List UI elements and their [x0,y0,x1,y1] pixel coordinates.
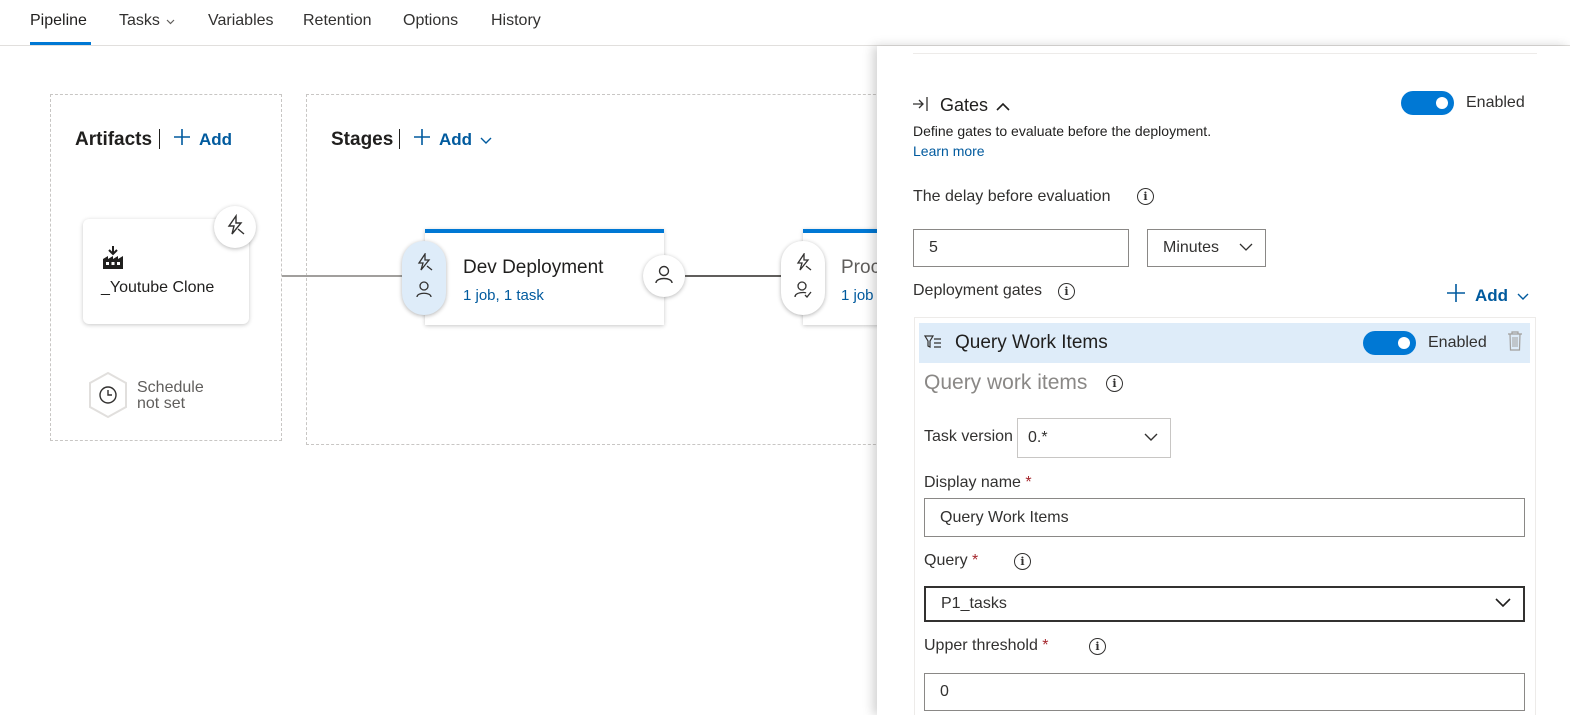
chevron-down-icon [1495,595,1511,613]
active-tab-indicator [30,42,91,45]
stage-summary-link[interactable]: 1 job [841,287,874,304]
connector-line [306,275,406,277]
schedule-trigger-button[interactable] [86,371,130,424]
query-select[interactable]: P1_tasks [924,586,1525,622]
gate-enabled-toggle[interactable] [1363,331,1416,355]
plus-icon [413,128,431,151]
artifact-name: _Youtube Clone [101,279,215,296]
approver-person-icon [415,280,433,303]
info-icon[interactable]: i [1089,638,1106,655]
build-artifact-icon [101,245,125,276]
add-stage-button[interactable]: Add [413,128,492,151]
tab-tasks[interactable]: Tasks [119,12,175,30]
artifacts-heading: Artifacts [75,129,153,150]
tab-retention[interactable]: Retention [303,12,372,30]
add-artifact-label: Add [199,129,233,149]
required-marker: * [972,552,979,569]
divider [159,129,160,149]
schedule-line-1: Schedule [137,379,204,396]
query-value: P1_tasks [941,595,1007,612]
task-version-value: 0.* [1028,429,1048,446]
tab-tasks-label: Tasks [119,12,160,30]
query-label-text: Query [924,552,968,569]
required-marker: * [1042,637,1049,654]
approver-person-icon [654,264,674,289]
chevron-up-icon [996,95,1010,116]
delay-unit-select[interactable]: Minutes [1147,229,1266,267]
post-deployment-conditions-button[interactable] [643,255,685,297]
lightning-icon [224,213,246,241]
upper-threshold-label: Upper threshold * [924,637,1049,655]
pre-deployment-conditions-button[interactable] [781,241,825,315]
gates-enabled-label: Enabled [1466,94,1525,111]
add-gate-label: Add [1475,285,1509,305]
info-icon[interactable]: i [1106,375,1123,392]
top-nav: Pipeline Tasks Variables Retention Optio… [0,0,1570,46]
learn-more-link[interactable]: Learn more [913,143,985,159]
schedule-clock-icon [86,371,130,423]
query-label: Query * [924,552,978,570]
gate-enter-icon [912,95,930,118]
delete-icon[interactable] [1507,331,1523,356]
query-filter-icon [923,334,942,357]
stage-name: Proc [841,257,881,278]
schedule-line-2: not set [137,395,186,412]
chevron-down-icon [480,130,492,150]
lightning-icon [794,251,812,276]
stage-summary-link[interactable]: 1 job, 1 task [463,287,544,304]
plus-icon [1446,283,1466,308]
upper-threshold-input[interactable]: 0 [924,673,1525,711]
chevron-down-icon [1144,429,1158,447]
chevron-down-icon [1517,286,1529,306]
stages-heading: Stages [331,129,394,150]
tab-variables[interactable]: Variables [208,12,274,30]
continuous-deployment-trigger-button[interactable] [214,206,256,248]
delay-value-input[interactable]: 5 [913,229,1129,267]
delay-label: The delay before evaluation [913,188,1111,205]
gates-section-toggle[interactable]: Gates [940,95,1010,116]
delay-unit-value: Minutes [1163,239,1220,256]
chevron-down-icon [1239,239,1253,257]
divider [913,53,1537,54]
tab-pipeline[interactable]: Pipeline [30,12,87,30]
stage-name: Dev Deployment [463,257,604,278]
connector-line [685,275,785,277]
deployment-gates-label: Deployment gates [913,282,1042,299]
gates-enabled-toggle[interactable] [1401,91,1454,115]
gates-title: Gates [940,95,989,115]
tab-options[interactable]: Options [403,12,458,30]
display-name-label-text: Display name [924,474,1021,491]
lightning-icon [415,251,433,276]
info-icon[interactable]: i [1058,283,1075,300]
required-marker: * [1025,474,1032,491]
pre-deployment-conditions-panel: Gates Enabled Define gates to evaluate b… [877,46,1570,715]
upper-threshold-label-text: Upper threshold [924,637,1038,654]
info-icon[interactable]: i [1014,553,1031,570]
chevron-down-icon [166,12,175,30]
add-stage-label: Add [439,129,473,149]
task-version-label: Task version [924,428,1013,445]
stage-card-dev-deployment[interactable]: Dev Deployment 1 job, 1 task [425,229,664,325]
gate-enabled-label: Enabled [1428,334,1487,351]
plus-icon [173,128,191,151]
add-artifact-button[interactable]: Add [173,128,232,151]
display-name-input[interactable]: Query Work Items [924,498,1525,537]
task-version-select[interactable]: 0.* [1017,418,1171,458]
info-icon[interactable]: i [1137,188,1154,205]
add-gate-button[interactable]: Add [1446,283,1529,308]
gate-section-title: Query work items [924,371,1088,394]
gate-title: Query Work Items [955,332,1108,353]
tab-history[interactable]: History [491,12,541,30]
connector-line [282,275,306,277]
gates-description: Define gates to evaluate before the depl… [913,123,1212,139]
display-name-label: Display name * [924,474,1032,492]
pre-deployment-conditions-button[interactable] [402,241,446,315]
schedule-status: Schedule not set [137,380,204,412]
approver-check-icon [794,280,812,303]
divider [399,129,400,149]
